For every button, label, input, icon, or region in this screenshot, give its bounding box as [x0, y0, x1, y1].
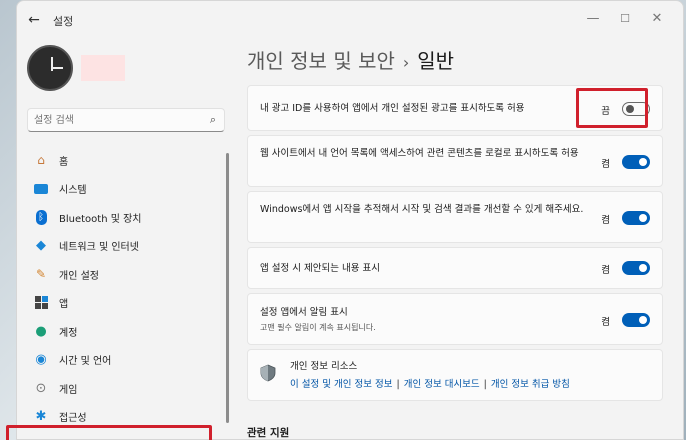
- sidebar-item-gaming[interactable]: ⊙ 게임: [23, 374, 229, 403]
- setting-label: 설정 앱에서 알림 표시: [260, 307, 348, 318]
- resources-links: 이 설정 및 개인 정보 정보 | 개인 정보 대시보드 | 개인 정보 취급 방침: [290, 376, 570, 390]
- toggle-state-text: 켬: [601, 159, 610, 170]
- search-box[interactable]: ⌕: [27, 108, 225, 132]
- sidebar-item-bluetooth[interactable]: ᛒ Bluetooth 및 장치: [23, 203, 229, 232]
- toggle-state-text: 켬: [601, 317, 610, 328]
- link-privacy-settings[interactable]: 이 설정 및 개인 정보 정보: [290, 379, 393, 390]
- avatar[interactable]: [27, 45, 73, 91]
- shield-icon: [260, 364, 276, 382]
- setting-card-app-launch-tracking: Windows에서 앱 시작을 추적해서 시작 및 검색 결과를 개선할 수 있…: [247, 191, 663, 243]
- sidebar-nav: ⌂ 홈 시스템 ᛒ Bluetooth 및 장치 ◆ 네트워크 및 인터넷 ✎ …: [23, 146, 229, 431]
- maximize-icon[interactable]: ☐: [613, 9, 637, 29]
- setting-sublabel: 고맨 필수 알림이 계속 표시됩니다.: [260, 323, 376, 332]
- setting-card-suggested-content: 앱 설정 시 제안되는 내용 표시 켬: [247, 247, 663, 289]
- link-privacy-statement[interactable]: 개인 정보 취급 방침: [491, 379, 570, 390]
- setting-card-notifications: 설정 앱에서 알림 표시 고맨 필수 알림이 계속 표시됩니다. 켬: [247, 293, 663, 345]
- search-icon[interactable]: ⌕: [210, 113, 216, 127]
- resources-title: 개인 정보 리소스: [290, 361, 358, 372]
- title-bar: ← 설정 — ☐ ✕: [17, 1, 683, 37]
- breadcrumb-current: 일반: [417, 49, 455, 73]
- gamepad-icon: ⊙: [35, 380, 47, 396]
- annotation-highlight-toggle: [576, 88, 648, 128]
- toggle-state-text: 켬: [601, 265, 610, 276]
- sidebar-item-label: 게임: [59, 384, 78, 396]
- network-icon: ◆: [36, 238, 46, 254]
- sidebar-item-label: 계정: [59, 327, 78, 339]
- setting-label: 앱 설정 시 제안되는 내용 표시: [260, 263, 380, 274]
- link-separator: |: [396, 379, 400, 390]
- sidebar-item-label: 홈: [59, 156, 69, 168]
- sidebar-item-home[interactable]: ⌂ 홈: [23, 146, 229, 175]
- sidebar-item-label: 앱: [59, 299, 69, 311]
- breadcrumb-parent[interactable]: 개인 정보 및 보안: [247, 49, 395, 73]
- app-title: 설정: [53, 15, 74, 28]
- apps-icon: [33, 295, 49, 311]
- sidebar-item-label: 시간 및 언어: [59, 356, 112, 368]
- sidebar-item-time-language[interactable]: ◉ 시간 및 언어: [23, 346, 229, 375]
- brush-icon: ✎: [35, 267, 47, 282]
- setting-card-language-list: 웹 사이트에서 내 언어 목록에 액세스하여 관련 콘텐츠를 로컬로 표시하도록…: [247, 135, 663, 187]
- sidebar-item-apps[interactable]: 앱: [23, 289, 229, 318]
- toggle-state-text: 켬: [601, 215, 610, 226]
- home-icon: ⌂: [37, 153, 45, 168]
- bluetooth-icon: ᛒ: [33, 209, 49, 225]
- sidebar-item-label: 네트워크 및 인터넷: [59, 242, 139, 254]
- accessibility-icon: ✱: [35, 409, 47, 425]
- close-icon[interactable]: ✕: [645, 9, 669, 29]
- setting-label: Windows에서 앱 시작을 추적해서 시작 및 검색 결과를 개선할 수 있…: [260, 204, 584, 215]
- suggested-content-toggle[interactable]: [622, 261, 650, 275]
- sidebar-item-network[interactable]: ◆ 네트워크 및 인터넷: [23, 232, 229, 261]
- sidebar-item-accounts[interactable]: ● 계정: [23, 317, 229, 346]
- sidebar-item-label: 개인 설정: [59, 270, 99, 282]
- sidebar-item-label: 접근성: [59, 413, 87, 425]
- app-launch-tracking-toggle[interactable]: [622, 211, 650, 225]
- system-icon: [33, 181, 49, 197]
- language-list-toggle[interactable]: [622, 155, 650, 169]
- globe-clock-icon: ◉: [35, 352, 47, 368]
- breadcrumb-separator: ›: [402, 53, 410, 72]
- settings-window: ← 설정 — ☐ ✕ ⌕ ⌂ 홈 시스템 ᛒ Bluetooth 및 장치 ◆ …: [16, 0, 684, 440]
- notifications-toggle[interactable]: [622, 313, 650, 327]
- sidebar-scrollbar[interactable]: [226, 153, 229, 423]
- link-privacy-dashboard[interactable]: 개인 정보 대시보드: [404, 379, 480, 390]
- sidebar-item-label: Bluetooth 및 장치: [59, 213, 142, 225]
- page-title: 개인 정보 및 보안 › 일반: [247, 45, 454, 74]
- minimize-icon[interactable]: —: [581, 9, 605, 29]
- profile-name-redacted: [81, 55, 125, 81]
- search-input[interactable]: [34, 112, 194, 128]
- privacy-resources-card: 개인 정보 리소스 이 설정 및 개인 정보 정보 | 개인 정보 대시보드 | 개인 …: [247, 349, 663, 401]
- setting-label: 내 광고 ID를 사용하여 앱에서 개인 설정된 광고를 표시하도록 허용: [260, 103, 525, 114]
- clock-hand-icon: [51, 67, 63, 69]
- annotation-highlight-sidebar: [6, 425, 212, 440]
- related-support-heading: 관련 지원: [247, 427, 290, 439]
- sidebar-item-personalization[interactable]: ✎ 개인 설정: [23, 260, 229, 289]
- account-icon: ●: [35, 323, 47, 339]
- setting-label: 웹 사이트에서 내 언어 목록에 액세스하여 관련 콘텐츠를 로컬로 표시하도록…: [260, 148, 579, 159]
- back-arrow-icon[interactable]: ←: [25, 11, 43, 29]
- sidebar-item-label: 시스템: [59, 185, 87, 197]
- sidebar-item-system[interactable]: 시스템: [23, 175, 229, 204]
- link-separator: |: [483, 379, 487, 390]
